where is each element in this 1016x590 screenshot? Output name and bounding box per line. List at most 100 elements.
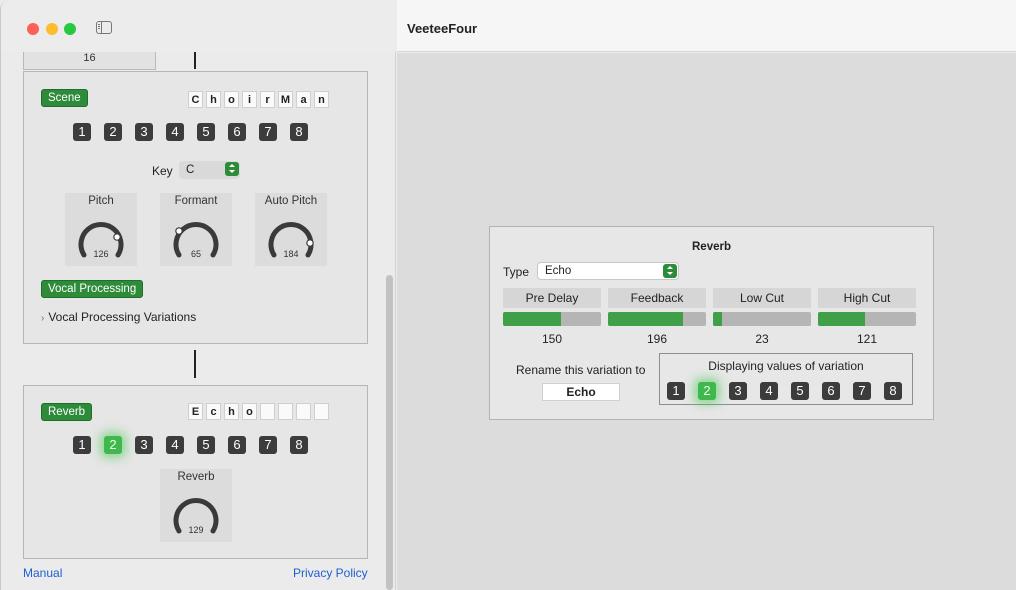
name-char[interactable]: n <box>314 91 329 108</box>
pre-delay-slider[interactable] <box>503 312 601 326</box>
variation-button[interactable]: 1 <box>73 123 91 141</box>
slider-fill <box>818 312 866 326</box>
key-label: Key <box>152 164 173 178</box>
vocal-processing-variations-disclosure[interactable]: › Vocal Processing Variations <box>41 310 196 324</box>
sidebar-scrollbar[interactable] <box>386 275 393 590</box>
variation-button[interactable]: 7 <box>259 123 277 141</box>
name-char[interactable]: o <box>242 403 257 420</box>
variation-button[interactable]: 1 <box>73 436 91 454</box>
reverb-knob[interactable]: Reverb 129 <box>160 469 232 542</box>
window-title: VeeteeFour <box>407 21 478 36</box>
select-arrows-icon <box>663 264 677 278</box>
sidebar: 16 Scene C h o i r M a n 1 2 3 4 5 6 7 8… <box>1 0 396 590</box>
displaying-label: Displaying values of variation <box>708 359 864 373</box>
name-char[interactable]: E <box>188 403 203 420</box>
variation-button[interactable]: 4 <box>166 436 184 454</box>
feedback-slider[interactable] <box>608 312 706 326</box>
name-char[interactable]: h <box>224 403 239 420</box>
privacy-policy-link[interactable]: Privacy Policy <box>293 566 368 580</box>
variation-button[interactable]: 5 <box>197 123 215 141</box>
low-cut-slider[interactable] <box>713 312 811 326</box>
scene-name-field[interactable]: C h o i r M a n <box>188 91 329 108</box>
variation-button[interactable]: 3 <box>729 382 747 400</box>
variation-button[interactable]: 6 <box>228 436 246 454</box>
variation-button[interactable]: 4 <box>166 123 184 141</box>
sidebar-scroll-area[interactable]: 16 Scene C h o i r M a n 1 2 3 4 5 6 7 8… <box>1 52 396 590</box>
variation-button[interactable]: 5 <box>791 382 809 400</box>
manual-link[interactable]: Manual <box>23 566 62 580</box>
variation-button[interactable]: 1 <box>667 382 685 400</box>
variation-button[interactable]: 4 <box>760 382 778 400</box>
scene-variation-buttons: 1 2 3 4 5 6 7 8 <box>73 123 308 141</box>
variation-button[interactable]: 8 <box>290 123 308 141</box>
reverb-panel: Reverb E c h o 1 2 3 4 5 6 7 8 Reverb 12… <box>23 385 368 559</box>
key-select[interactable]: C <box>179 161 240 179</box>
chevron-right-icon: › <box>41 313 45 324</box>
low-cut-param: Low Cut 23 <box>713 288 811 349</box>
knob-title: Formant <box>174 195 218 207</box>
variation-button[interactable]: 2 <box>104 123 122 141</box>
knob-value: 65 <box>190 249 201 259</box>
reverb-name-field[interactable]: E c h o <box>188 403 329 420</box>
app-window: 16 Scene C h o i r M a n 1 2 3 4 5 6 7 8… <box>0 0 1016 590</box>
reverb-editor: Reverb Type Echo Pre Delay 150 Feedback … <box>489 226 934 420</box>
param-label: Feedback <box>608 288 706 308</box>
high-cut-slider[interactable] <box>818 312 916 326</box>
name-char[interactable]: C <box>188 91 203 108</box>
name-char[interactable]: c <box>206 403 221 420</box>
name-char[interactable] <box>260 403 275 420</box>
name-char[interactable]: h <box>206 91 221 108</box>
sidebar-toggle-icon[interactable] <box>96 21 112 34</box>
name-char[interactable]: r <box>260 91 275 108</box>
name-char[interactable] <box>278 403 293 420</box>
variation-button-active[interactable]: 2 <box>104 436 122 454</box>
variation-button[interactable]: 5 <box>197 436 215 454</box>
param-label: Pre Delay <box>503 288 601 308</box>
reverb-variation-buttons: 1 2 3 4 5 6 7 8 <box>73 436 308 454</box>
knob-value: 129 <box>188 525 204 535</box>
name-char[interactable]: M <box>278 91 293 108</box>
variation-button[interactable]: 6 <box>822 382 840 400</box>
rename-input[interactable]: Echo <box>542 383 620 401</box>
connector-line <box>194 350 196 378</box>
vocal-processing-pill[interactable]: Vocal Processing <box>41 280 144 298</box>
connector-line <box>194 52 196 69</box>
disclosure-label: Vocal Processing Variations <box>48 310 197 324</box>
name-char[interactable]: a <box>296 91 311 108</box>
pitch-knob[interactable]: Pitch 126 <box>65 193 137 266</box>
reverb-pill[interactable]: Reverb <box>41 403 93 421</box>
slider-fill <box>713 312 722 326</box>
name-char[interactable] <box>314 403 329 420</box>
variation-button[interactable]: 3 <box>135 436 153 454</box>
variation-button[interactable]: 8 <box>884 382 902 400</box>
variation-button[interactable]: 8 <box>290 436 308 454</box>
type-value: Echo <box>545 265 572 277</box>
feedback-param: Feedback 196 <box>608 288 706 349</box>
variation-button[interactable]: 7 <box>259 436 277 454</box>
name-char[interactable]: i <box>242 91 257 108</box>
scene-pill[interactable]: Scene <box>41 89 88 107</box>
param-value: 196 <box>646 332 668 346</box>
variation-button[interactable]: 7 <box>853 382 871 400</box>
variation-button-active[interactable]: 2 <box>698 382 716 400</box>
param-label: High Cut <box>818 288 916 308</box>
scene-panel: Scene C h o i r M a n 1 2 3 4 5 6 7 8 Ke… <box>23 71 368 344</box>
high-cut-param: High Cut 121 <box>818 288 916 349</box>
zoom-window-button[interactable] <box>64 23 76 35</box>
minimize-window-button[interactable] <box>46 23 58 35</box>
main-content: Reverb Type Echo Pre Delay 150 Feedback … <box>397 53 1016 590</box>
param-label: Low Cut <box>713 288 811 308</box>
name-char[interactable] <box>296 403 311 420</box>
main-toolbar: VeeteeFour <box>397 0 1016 52</box>
previous-panel-value: 16 <box>23 52 156 70</box>
knob-title: Auto Pitch <box>264 195 318 207</box>
sidebar-toolbar <box>1 0 396 52</box>
auto-pitch-knob[interactable]: Auto Pitch 184 <box>255 193 327 266</box>
variation-button[interactable]: 3 <box>135 123 153 141</box>
formant-knob[interactable]: Formant 65 <box>160 193 232 266</box>
type-select[interactable]: Echo <box>537 262 679 280</box>
name-char[interactable]: o <box>224 91 239 108</box>
close-window-button[interactable] <box>27 23 39 35</box>
select-arrows-icon <box>225 162 239 176</box>
variation-button[interactable]: 6 <box>228 123 246 141</box>
